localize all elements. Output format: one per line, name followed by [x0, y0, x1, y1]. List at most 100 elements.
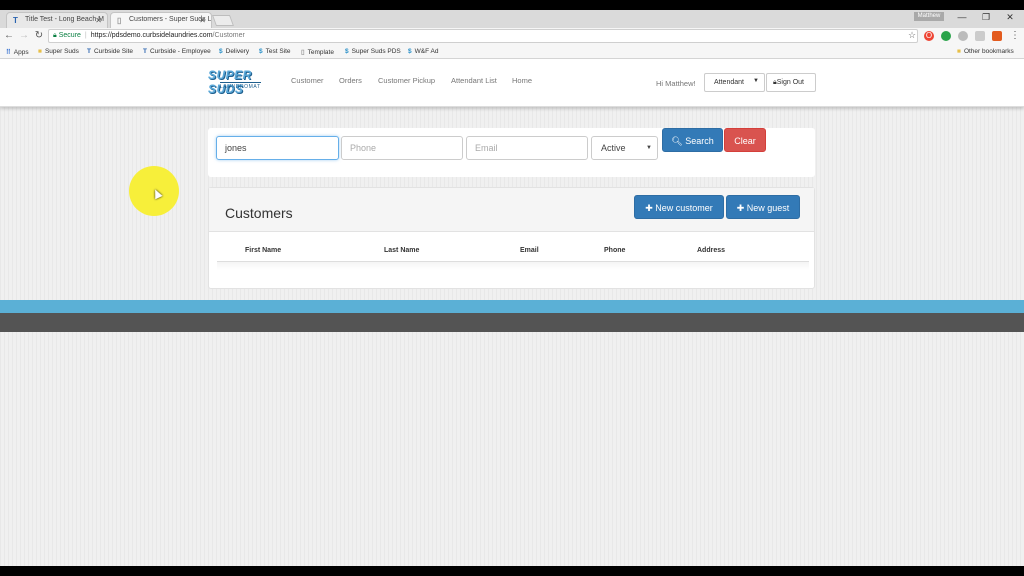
- apps-grid-icon: ⠿: [6, 49, 11, 56]
- search-button[interactable]: 🔍︎ Search: [662, 128, 723, 152]
- url-separator: |: [84, 32, 87, 39]
- url-host: https://pdsdemo.curbsidelaundries.com: [90, 32, 213, 39]
- bookmark-label: Super Suds: [44, 48, 79, 55]
- bookmark-label: Delivery: [225, 48, 250, 55]
- table-empty-row: [217, 262, 809, 270]
- column-last-name[interactable]: Last Name: [384, 247, 419, 254]
- secure-label: Secure: [58, 32, 81, 39]
- bookmark-label: Test Site: [265, 48, 291, 55]
- profile-badge[interactable]: Matthew: [914, 12, 944, 21]
- folder-icon: ■: [957, 48, 961, 55]
- caret-down-icon: ▼: [753, 78, 759, 84]
- bookmark-super-suds[interactable]: ■ Super Suds: [38, 48, 79, 55]
- phone-input[interactable]: Phone: [341, 136, 463, 160]
- nav-orders[interactable]: Orders: [339, 76, 362, 85]
- close-icon[interactable]: ✕: [199, 16, 206, 25]
- lock-icon: 🔒︎: [53, 32, 57, 39]
- status-select[interactable]: Active ▼: [591, 136, 658, 160]
- tab-title-test[interactable]: T Title Test - Long Beach M ✕: [6, 12, 108, 28]
- clear-button[interactable]: Clear: [724, 128, 766, 152]
- super-suds-logo[interactable]: SUPER SUDS LAUNDROMAT: [208, 68, 276, 96]
- curbside-logo-icon: T: [87, 48, 91, 55]
- search-panel: jones Phone Email Active ▼ 🔍︎ Search Cle…: [208, 128, 815, 177]
- dollar-icon: $: [345, 48, 349, 55]
- browser-toolbar: ← → ↻ 🔒︎ Secure | https://pdsdemo.curbsidel…: [0, 28, 1024, 45]
- bookmark-label: W&F Ad: [414, 48, 439, 55]
- new-guest-button[interactable]: ✚ New guest: [726, 195, 800, 219]
- customers-title: Customers: [225, 205, 293, 221]
- new-tab-button[interactable]: [211, 15, 235, 26]
- back-icon[interactable]: ←: [3, 30, 15, 41]
- curbside-logo-icon: T: [143, 48, 147, 55]
- other-bookmarks[interactable]: ■ Other bookmarks: [957, 48, 1014, 55]
- url-path: /Customer: [212, 32, 245, 39]
- nav-home[interactable]: Home: [512, 76, 532, 85]
- email-input[interactable]: Email: [466, 136, 588, 160]
- column-first-name[interactable]: First Name: [245, 247, 281, 254]
- forward-icon[interactable]: →: [18, 30, 30, 41]
- opera-extension-icon[interactable]: O: [924, 31, 934, 41]
- browser-window: T Title Test - Long Beach M ✕ ▯ Customer…: [0, 10, 1024, 566]
- dollar-icon: $: [259, 48, 263, 55]
- tab-strip: T Title Test - Long Beach M ✕ ▯ Customer…: [0, 10, 1024, 28]
- minimize-icon[interactable]: —: [955, 12, 969, 22]
- new-guest-label: New guest: [746, 203, 790, 213]
- bookmark-label: Apps: [13, 49, 29, 56]
- bookmark-template[interactable]: ▯ Template: [301, 48, 334, 56]
- office-extension-icon[interactable]: [992, 31, 1002, 41]
- folder-icon: ■: [38, 48, 42, 55]
- page-icon: ▯: [301, 49, 305, 56]
- tab-label: Title Test - Long Beach M: [25, 16, 104, 23]
- address-bar[interactable]: 🔒︎ Secure | https://pdsdemo.curbsidelaundri…: [48, 29, 918, 43]
- customers-panel: Customers ✚ New customer ✚ New guest Fir…: [208, 187, 815, 289]
- tab-customers[interactable]: ▯ Customers - Super Suds L ✕: [110, 12, 212, 28]
- bookmark-apps[interactable]: ⠿ Apps: [6, 48, 29, 56]
- dollar-icon: $: [408, 48, 412, 55]
- greeting: Hi Matthew!: [656, 79, 696, 88]
- star-icon[interactable]: ☆: [906, 30, 918, 41]
- bookmark-curbside-employee[interactable]: T Curbside - Employee: [143, 48, 211, 55]
- new-customer-button[interactable]: ✚ New customer: [634, 195, 724, 219]
- app-navbar: SUPER SUDS LAUNDROMAT Customer Orders Cu…: [0, 59, 1024, 107]
- sign-out-button[interactable]: 🔒︎Sign Out: [766, 73, 816, 92]
- role-value: Attendant: [714, 79, 744, 86]
- bookmark-super-suds-pds[interactable]: $ Super Suds PDS: [345, 48, 401, 55]
- nav-attendant-list[interactable]: Attendant List: [451, 76, 497, 85]
- bookmark-test-site[interactable]: $ Test Site: [259, 48, 291, 55]
- bookmark-curbside-site[interactable]: T Curbside Site: [87, 48, 133, 55]
- caret-down-icon: ▼: [646, 145, 652, 151]
- bookmark-delivery[interactable]: $ Delivery: [219, 48, 249, 55]
- other-bookmarks-label: Other bookmarks: [963, 48, 1014, 55]
- status-value: Active: [601, 143, 626, 153]
- bookmark-label: Curbside - Employee: [149, 48, 211, 55]
- role-dropdown[interactable]: Attendant ▼: [704, 73, 765, 92]
- footer-accent-bar: [0, 300, 1024, 313]
- customers-header: Customers ✚ New customer ✚ New guest: [209, 188, 814, 232]
- footer-bar: [0, 313, 1024, 332]
- search-icon: 🔍︎: [671, 136, 683, 146]
- restore-icon[interactable]: ❐: [979, 12, 993, 23]
- name-search-input[interactable]: jones: [216, 136, 339, 160]
- nav-customer-pickup[interactable]: Customer Pickup: [378, 76, 435, 85]
- web-page: SUPER SUDS LAUNDROMAT Customer Orders Cu…: [0, 59, 1024, 566]
- evernote-extension-icon[interactable]: [941, 31, 951, 41]
- curbside-logo-icon: T: [13, 16, 18, 25]
- cast-extension-icon[interactable]: [975, 31, 985, 41]
- column-email[interactable]: Email: [520, 247, 539, 254]
- close-icon[interactable]: ✕: [95, 16, 102, 25]
- column-phone[interactable]: Phone: [604, 247, 625, 254]
- bookmark-label: Super Suds PDS: [351, 48, 401, 55]
- page-icon: ▯: [117, 16, 122, 25]
- plus-icon: ✚: [736, 203, 745, 213]
- screen: T Title Test - Long Beach M ✕ ▯ Customer…: [0, 0, 1024, 576]
- reload-icon[interactable]: ↻: [33, 30, 45, 41]
- bookmark-label: Template: [307, 49, 334, 56]
- close-window-icon[interactable]: ✕: [1003, 12, 1017, 23]
- menu-icon[interactable]: ⋮: [1009, 30, 1021, 41]
- puzzle-extension-icon[interactable]: [958, 31, 968, 41]
- nav-customer[interactable]: Customer: [291, 76, 324, 85]
- bookmark-wf-ad[interactable]: $ W&F Ad: [408, 48, 438, 55]
- column-address[interactable]: Address: [697, 247, 725, 254]
- logo-subtitle: LAUNDROMAT: [220, 82, 261, 90]
- bookmarks-bar: ⠿ Apps ■ Super Suds T Curbside Site T Curbsi…: [0, 45, 1024, 59]
